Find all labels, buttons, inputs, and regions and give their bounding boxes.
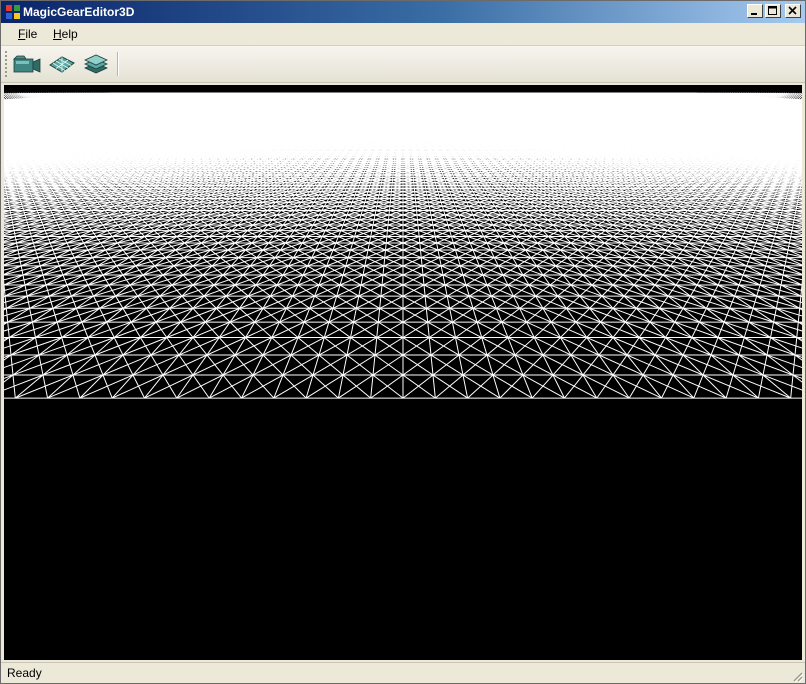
menu-help[interactable]: Help — [48, 26, 83, 42]
menu-help-accel: H — [53, 27, 62, 41]
camera-icon — [13, 55, 41, 73]
3d-viewport[interactable] — [4, 85, 802, 660]
menu-help-label: elp — [61, 27, 78, 41]
toolbar — [1, 46, 805, 83]
minimize-button[interactable] — [747, 4, 763, 18]
terrain-mesh-icon — [49, 56, 75, 73]
layers-button[interactable] — [82, 51, 110, 77]
close-button[interactable] — [785, 4, 801, 18]
maximize-icon — [768, 6, 777, 15]
close-icon — [788, 6, 797, 15]
status-text: Ready — [7, 666, 42, 680]
layers-icon — [84, 54, 108, 74]
minimize-icon — [751, 13, 757, 15]
menu-file-label: ile — [25, 27, 38, 41]
toolbar-grip[interactable] — [5, 51, 10, 77]
app-window: MagicGearEditor3D File Help Ready — [0, 0, 806, 684]
status-bar: Ready — [1, 662, 805, 683]
menu-file[interactable]: File — [13, 26, 42, 42]
toolbar-separator — [117, 52, 119, 76]
title-bar[interactable]: MagicGearEditor3D — [1, 1, 805, 23]
app-icon — [6, 5, 20, 19]
window-title: MagicGearEditor3D — [23, 5, 135, 19]
menu-bar: File Help — [1, 23, 805, 46]
caption-buttons — [747, 4, 801, 20]
wireframe-grid — [4, 85, 802, 660]
maximize-button[interactable] — [765, 4, 781, 18]
camera-button[interactable] — [13, 51, 41, 77]
resize-grip-icon[interactable] — [791, 670, 803, 682]
terrain-mesh-button[interactable] — [48, 51, 76, 77]
